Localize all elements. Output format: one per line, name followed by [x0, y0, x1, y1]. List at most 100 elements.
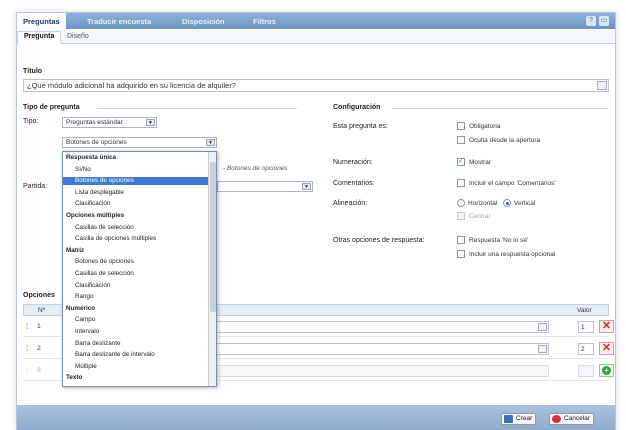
type-label: Tipo: — [23, 118, 39, 125]
dropdown-group-header: Matriz — [66, 246, 85, 254]
comentarios-label: Comentarios: — [333, 180, 375, 187]
dropdown-group-header: Respuesta única — [66, 154, 117, 161]
dropdown-option[interactable]: Lista desplegable — [63, 189, 209, 197]
comentarios-checkbox[interactable] — [457, 179, 465, 187]
dropdown-option[interactable]: Botones de opciones — [63, 177, 209, 186]
section-divider — [97, 108, 297, 109]
survey-editor-window: Preguntas Traducir encuesta Disposición … — [16, 12, 616, 430]
dropdown-option[interactable]: Rango — [63, 293, 209, 301]
mostrar-label: Mostrar — [469, 159, 492, 166]
comentarios-option-label: Incluir el campo 'Comentarios' — [469, 180, 556, 187]
dropdown-scrollbar[interactable] — [208, 152, 216, 386]
question-type-section: Tipo de pregunta — [23, 104, 80, 111]
partida-select[interactable]: ▼ — [217, 181, 313, 192]
cancel-label: Cancelar — [564, 415, 591, 422]
dropdown-option[interactable]: Casilla de opciones múltiples — [63, 235, 209, 243]
chevron-down-icon: ▼ — [206, 139, 215, 146]
opcional-label: Incluir una respuesta opcional — [469, 251, 556, 258]
numeracion-label: Numeración: — [333, 159, 373, 166]
cancel-button[interactable]: Cancelar — [549, 413, 595, 425]
scrollbar-thumb[interactable] — [210, 162, 216, 312]
subtype-dropdown-list[interactable]: Respuesta única Sí/No Botones de opciones L… — [62, 151, 217, 387]
dropdown-option[interactable]: Botones de opciones — [63, 258, 209, 266]
delete-icon[interactable]: ✕ — [599, 342, 614, 355]
dropdown-option[interactable]: Múltiple — [63, 363, 209, 371]
help-icon[interactable]: ? — [586, 16, 596, 26]
tab-pregunta[interactable]: Pregunta — [17, 31, 62, 44]
col-n: Nº — [38, 307, 46, 314]
chevron-down-icon: ▼ — [302, 183, 311, 190]
option-value-input[interactable] — [578, 365, 594, 377]
subtype-select-value: Botones de opciones — [66, 139, 127, 146]
col-valor: Valor — [577, 307, 592, 314]
no-se-label: Respuesta 'No lo sé' — [469, 237, 529, 244]
title-input[interactable]: ¿Qué módulo adicional ha adquirido en su… — [23, 79, 609, 92]
row-number: 1 — [37, 323, 41, 330]
dropdown-option[interactable]: Campo — [63, 316, 209, 324]
sub-tab-bar: Pregunta Diseño — [17, 30, 615, 44]
option-value-input[interactable]: 1 — [578, 321, 594, 333]
section-divider — [392, 108, 608, 109]
dropdown-option[interactable]: Casillas de selección — [63, 270, 209, 278]
vertical-radio[interactable] — [503, 199, 511, 207]
dropdown-option[interactable]: Clasificación — [63, 200, 209, 208]
centrar-checkbox[interactable] — [457, 212, 465, 220]
dropdown-option[interactable]: Clasificación — [63, 282, 209, 290]
tab-traducir-encuesta[interactable]: Traducir encuesta — [87, 17, 151, 26]
tab-filtros[interactable]: Filtros — [253, 17, 276, 26]
option-text-input[interactable] — [213, 343, 549, 355]
editor-button[interactable] — [538, 323, 547, 331]
subtype-select[interactable]: Botones de opciones ▼ — [62, 137, 217, 148]
type-select-value: Preguntas estándar — [66, 119, 123, 126]
partida-label: Partida: — [23, 183, 48, 190]
title-value: ¿Qué módulo adicional ha adquirido en su… — [27, 81, 236, 90]
title-editor-button[interactable] — [597, 81, 607, 90]
oculta-label: Oculta desde la apertura — [469, 137, 541, 144]
save-button[interactable]: Crear — [501, 413, 537, 425]
dropdown-option[interactable]: Casillas de selección — [63, 224, 209, 232]
option-text-input[interactable] — [213, 321, 549, 333]
obligatoria-label: Obligatoria — [469, 123, 501, 130]
dropdown-group-header: Opciones múltiples — [66, 212, 125, 219]
dropdown-option[interactable]: Intervalo — [63, 328, 209, 336]
option-text-input[interactable] — [213, 365, 549, 377]
type-select[interactable]: Preguntas estándar ▼ — [62, 117, 157, 128]
vertical-label: Vertical — [514, 200, 536, 207]
chevron-down-icon: ▼ — [146, 119, 155, 126]
main-tab-bar: Preguntas Traducir encuesta Disposición … — [17, 13, 615, 29]
mostrar-checkbox[interactable] — [457, 157, 465, 166]
add-icon[interactable]: + — [599, 364, 614, 377]
delete-icon[interactable]: ✕ — [599, 320, 614, 333]
dropdown-group-header: Texto — [66, 374, 83, 382]
tab-preguntas[interactable]: Preguntas — [17, 13, 66, 29]
tab-diseno[interactable]: Diseño — [61, 32, 95, 41]
horizontal-radio[interactable] — [457, 199, 465, 207]
save-label: Crear — [516, 415, 533, 422]
config-section: Configuración — [333, 104, 381, 111]
obligatoria-checkbox[interactable] — [457, 122, 465, 130]
type-hint: - Botones de opciones — [223, 165, 288, 172]
editor-button[interactable] — [538, 345, 547, 353]
esta-label: Esta pregunta es: — [333, 123, 388, 130]
horizontal-label: Horizontal — [468, 200, 498, 207]
options-section: Opciones — [23, 292, 55, 299]
row-number: 3 — [37, 367, 41, 374]
cancel-icon — [552, 415, 561, 423]
footer-bar: Crear Cancelar — [17, 405, 615, 430]
save-icon — [504, 415, 513, 423]
centrar-label: Centrar — [469, 213, 491, 220]
row-number: 2 — [37, 345, 41, 352]
oculta-checkbox[interactable] — [457, 136, 465, 144]
window-icon[interactable]: ▭ — [599, 16, 609, 26]
otras-opciones-label: Otras opciones de respuesta: — [333, 237, 425, 244]
option-value-input[interactable]: 2 — [578, 343, 594, 355]
no-se-checkbox[interactable] — [457, 236, 465, 244]
dropdown-option[interactable]: Barra deslizante — [63, 340, 209, 348]
dropdown-option[interactable]: Sí/No — [63, 166, 209, 174]
alineacion-label: Alineación: — [333, 200, 368, 207]
dropdown-option[interactable]: Barra deslizante de intervalo — [63, 351, 209, 359]
opcional-checkbox[interactable] — [457, 250, 465, 258]
title-label: Título — [23, 68, 43, 75]
tab-disposicion[interactable]: Disposición — [182, 17, 225, 26]
dropdown-group-header: Numérico — [66, 304, 96, 312]
